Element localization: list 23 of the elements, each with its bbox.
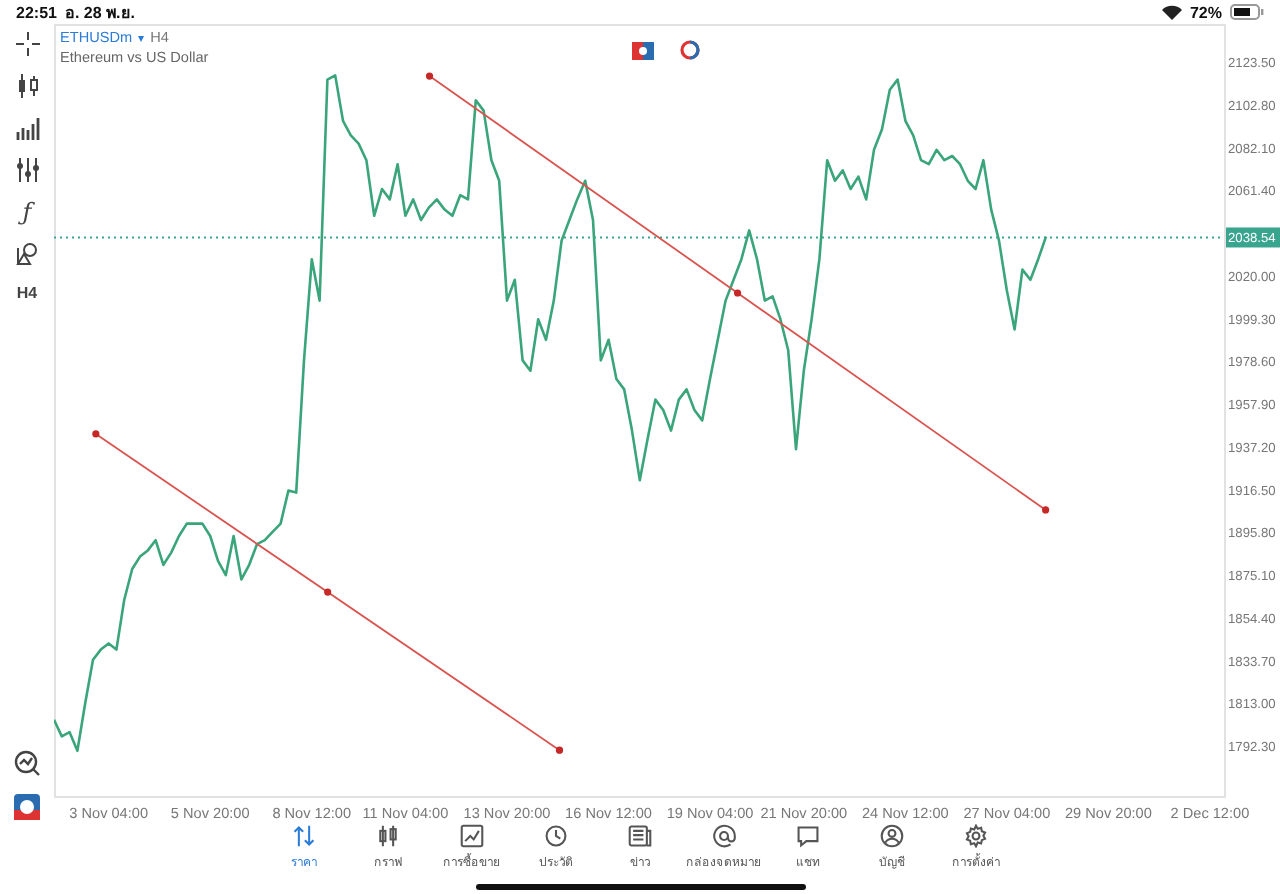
gear-icon [964, 824, 988, 848]
trend-line[interactable] [425, 72, 1050, 514]
status-time: 22:51 [16, 3, 57, 21]
arrows-icon [292, 824, 316, 848]
chat-icon [796, 824, 820, 848]
shapes-icon[interactable] [15, 242, 39, 266]
crosshair-icon[interactable] [15, 32, 39, 56]
at-sign-icon [712, 824, 736, 848]
user-icon [880, 824, 904, 848]
volume-bars-icon[interactable] [15, 116, 39, 140]
battery-icon [1230, 4, 1264, 20]
sliders-icon[interactable] [15, 158, 39, 182]
newspaper-icon [628, 824, 652, 848]
wifi-icon [1161, 4, 1182, 20]
magnifier-chart-icon[interactable] [14, 750, 40, 776]
candlestick-icon[interactable] [15, 74, 39, 98]
line-chart-icon [460, 824, 484, 848]
app-logo-icon[interactable] [14, 794, 40, 820]
function-label[interactable]: ƒ [22, 200, 32, 224]
status-date: อ. 28 พ.ย. [64, 1, 135, 25]
timeframe-label[interactable]: H4 [16, 284, 38, 302]
battery-percent: 72% [1189, 3, 1222, 21]
candlestick-icon [376, 824, 400, 848]
